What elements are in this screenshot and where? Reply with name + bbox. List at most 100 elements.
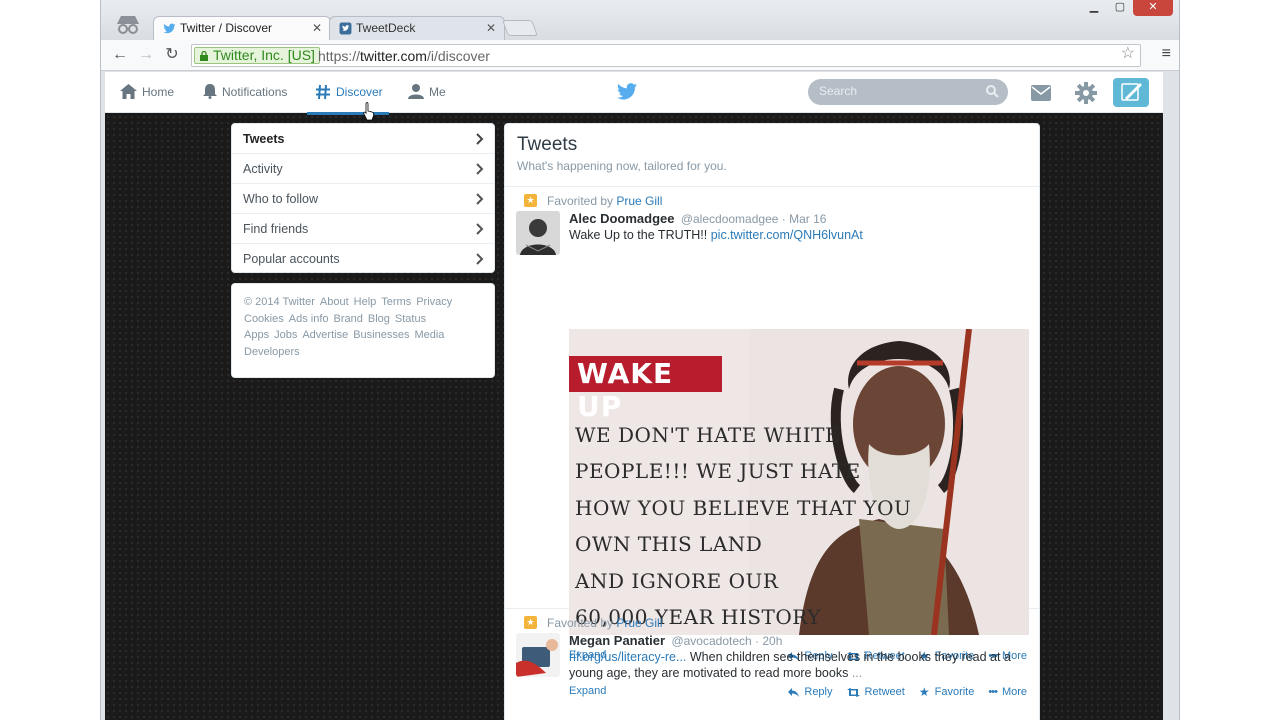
ev-certificate-badge[interactable]: Twitter, Inc. [US] xyxy=(194,47,320,64)
search-input[interactable]: Search xyxy=(808,79,1008,105)
tweet-item[interactable]: ★ Favorited by Prue Gill Megan Panatier … xyxy=(505,609,1039,720)
tab-close-icon[interactable]: ✕ xyxy=(312,21,322,35)
site-footer: © 2014 Twitter About Help Terms Privacy Cook… xyxy=(231,283,495,378)
nav-home[interactable]: Home xyxy=(120,84,174,99)
nav-me[interactable]: Me xyxy=(408,84,446,99)
footer-link[interactable]: Businesses xyxy=(353,329,409,341)
sidebar-item-label: Tweets xyxy=(243,132,285,146)
context-user-link[interactable]: Prue Gill xyxy=(616,194,662,208)
minimize-icon[interactable]: ▁ xyxy=(1081,0,1107,16)
nav-me-label: Me xyxy=(429,84,446,99)
retweet-button[interactable]: Retweet xyxy=(846,685,905,699)
avatar-image xyxy=(516,633,560,677)
incognito-icon xyxy=(117,16,139,34)
tweet-article-link[interactable]: rif.org/us/literacy-re... xyxy=(569,650,686,664)
avatar[interactable] xyxy=(516,211,560,255)
home-icon xyxy=(120,84,137,99)
tweet-username[interactable]: @alecdoomadgee xyxy=(681,212,779,226)
context-prefix: Favorited by xyxy=(547,194,617,208)
url-path: /i/discover xyxy=(426,48,490,64)
bell-icon xyxy=(203,84,217,99)
address-bar[interactable]: Twitter, Inc. [US] https://twitter.com/i… xyxy=(191,44,1141,67)
favorite-button[interactable]: ★ Favorite xyxy=(919,685,975,699)
sidebar-item-tweets[interactable]: Tweets xyxy=(232,124,494,154)
chevron-right-icon xyxy=(476,253,484,265)
chevron-right-icon xyxy=(476,133,484,145)
nav-notifications-label: Notifications xyxy=(222,84,288,99)
direct-message-icon[interactable] xyxy=(1031,85,1051,101)
tweet-text: rif.org/us/literacy-re... When children … xyxy=(569,649,1029,681)
sidebar-item-label: Find friends xyxy=(243,222,309,236)
reply-icon xyxy=(788,687,800,697)
search-icon[interactable] xyxy=(986,85,999,98)
footer-link[interactable]: Blog xyxy=(368,313,390,325)
browser-window: Twitter / Discover ✕ TweetDeck ✕ ▁ ▢ ✕ ←… xyxy=(100,0,1180,720)
tweet-separator: · xyxy=(755,634,760,648)
tweet-item[interactable]: ★ Favorited by Prue Gill Alec Doomadgee … xyxy=(505,187,1039,663)
footer-link[interactable]: Terms xyxy=(381,296,411,308)
chevron-right-icon xyxy=(476,163,484,175)
window-close-icon[interactable]: ✕ xyxy=(1133,0,1173,16)
twitter-logo-icon[interactable] xyxy=(617,83,637,100)
compose-tweet-button[interactable] xyxy=(1113,78,1149,107)
tweet-actions: Reply Retweet ★ Favorite ••• More xyxy=(788,685,1027,699)
tab-close-icon[interactable]: ✕ xyxy=(486,21,496,35)
sidebar-item-popular-accounts[interactable]: Popular accounts xyxy=(232,244,494,274)
footer-link[interactable]: Developers xyxy=(244,346,300,358)
tweet-fullname[interactable]: Alec Doomadgee xyxy=(569,211,674,226)
footer-link[interactable]: Apps xyxy=(244,329,269,341)
media-quote-line: OWN THIS LAND xyxy=(575,532,763,557)
tweetdeck-icon xyxy=(339,22,352,35)
footer-link[interactable]: Help xyxy=(354,296,377,308)
tweet-username[interactable]: @avocadotech xyxy=(671,634,751,648)
twitter-topbar: Home Notifications Discover Me Search xyxy=(105,72,1163,115)
mouse-cursor-icon xyxy=(363,102,375,121)
person-icon xyxy=(408,84,424,99)
bookmark-star-icon[interactable]: ☆ xyxy=(1121,43,1135,63)
forward-arrow-icon[interactable]: → xyxy=(135,45,157,65)
tweet-pic-link[interactable]: pic.twitter.com/QNH6lvunAt xyxy=(711,228,863,242)
nav-discover[interactable]: Discover xyxy=(307,84,389,115)
nav-discover-label: Discover xyxy=(336,85,383,99)
tweet-context: ★ Favorited by Prue Gill xyxy=(524,616,662,630)
sidebar-item-find-friends[interactable]: Find friends xyxy=(232,214,494,244)
tweet-separator: · xyxy=(781,212,786,226)
context-user-link[interactable]: Prue Gill xyxy=(616,616,662,630)
reply-button[interactable]: Reply xyxy=(788,685,833,699)
footer-link[interactable]: Brand xyxy=(334,313,363,325)
reply-label: Reply xyxy=(804,686,833,698)
footer-link[interactable]: Status xyxy=(395,313,426,325)
footer-link[interactable]: Cookies xyxy=(244,313,284,325)
media-quote-line: WE DON'T HATE WHITE xyxy=(575,423,841,447)
sidebar-item-who-to-follow[interactable]: Who to follow xyxy=(232,184,494,214)
footer-link[interactable]: Advertise xyxy=(302,329,348,341)
window-controls: ▁ ▢ ✕ xyxy=(1081,0,1173,16)
avatar[interactable] xyxy=(516,633,560,677)
nav-home-label: Home xyxy=(142,84,175,99)
tab-twitter-discover[interactable]: Twitter / Discover ✕ xyxy=(153,16,331,40)
more-button[interactable]: ••• More xyxy=(988,685,1027,699)
footer-link[interactable]: Media xyxy=(414,329,444,341)
tweet-timestamp[interactable]: 20h xyxy=(762,634,782,648)
expand-link[interactable]: Expand xyxy=(569,685,606,697)
reload-icon[interactable]: ↻ xyxy=(161,45,183,65)
footer-link[interactable]: Privacy xyxy=(416,296,452,308)
maximize-icon[interactable]: ▢ xyxy=(1107,0,1133,16)
sidebar-item-label: Who to follow xyxy=(243,192,319,206)
footer-link[interactable]: Ads info xyxy=(289,313,329,325)
page-viewport: Home Notifications Discover Me Search Tw… xyxy=(105,72,1163,720)
media-banner-text: WAKE UP xyxy=(569,356,722,423)
tab-tweetdeck[interactable]: TweetDeck ✕ xyxy=(329,16,505,40)
footer-link[interactable]: Jobs xyxy=(274,329,297,341)
footer-link[interactable]: About xyxy=(320,296,349,308)
nav-notifications[interactable]: Notifications xyxy=(203,84,287,99)
tweet-timestamp[interactable]: Mar 16 xyxy=(789,212,826,226)
back-arrow-icon[interactable]: ← xyxy=(109,45,131,65)
chrome-menu-icon[interactable]: ≡ xyxy=(1162,45,1171,63)
media-quote-line: AND IGNORE OUR xyxy=(575,568,779,593)
gear-icon[interactable] xyxy=(1075,82,1097,104)
sidebar-item-activity[interactable]: Activity xyxy=(232,154,494,184)
new-tab-button[interactable] xyxy=(502,20,538,36)
tweet-fullname[interactable]: Megan Panatier xyxy=(569,633,665,648)
tweet-media-image[interactable]: WAKE UP WE DON'T HATE WHITE PEOPLE!!! WE… xyxy=(569,329,1029,635)
